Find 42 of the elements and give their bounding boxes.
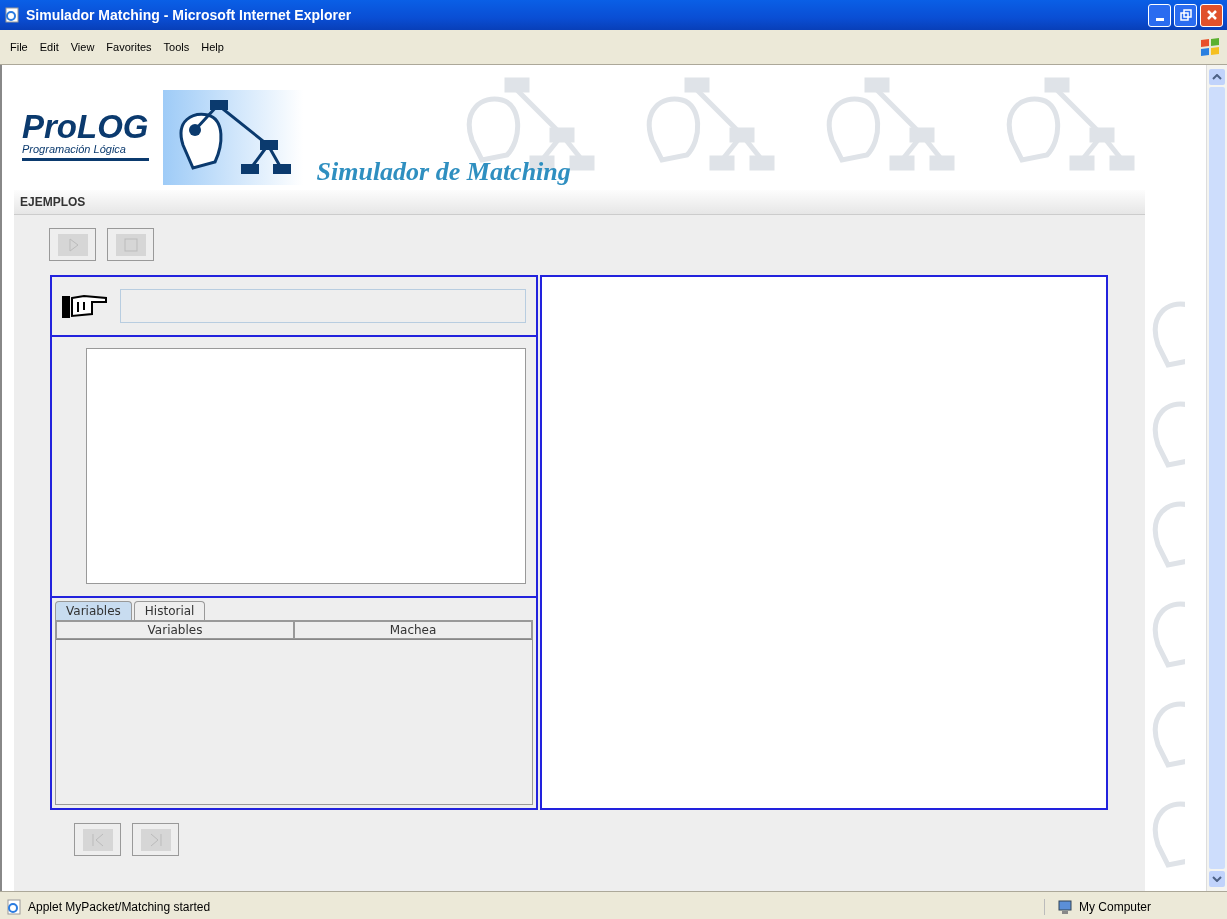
head-tree-watermark bbox=[1152, 601, 1185, 668]
play-icon bbox=[57, 233, 88, 256]
menu-item[interactable]: Tools bbox=[157, 41, 196, 53]
minimize-button[interactable] bbox=[1148, 3, 1171, 27]
restore-button[interactable] bbox=[1174, 3, 1197, 27]
skip-back-icon bbox=[82, 828, 113, 851]
head-tree-watermark bbox=[1152, 501, 1185, 568]
skip-forward-icon bbox=[140, 828, 171, 851]
windows-flag-icon bbox=[1199, 37, 1221, 57]
banner-title: Simulador de Matching bbox=[316, 157, 571, 187]
page-icon bbox=[6, 898, 22, 915]
pointing-hand-icon bbox=[62, 292, 110, 320]
column-header[interactable]: Variables bbox=[56, 621, 294, 639]
query-field[interactable] bbox=[120, 289, 526, 323]
logo-subtitle: Programación Lógica bbox=[22, 142, 127, 155]
section-header: EJEMPLOS bbox=[14, 190, 1145, 215]
menu-item[interactable]: Favorites bbox=[100, 41, 158, 53]
tab[interactable]: Historial bbox=[133, 601, 206, 620]
status-text: Applet MyPacket/Matching started bbox=[28, 899, 211, 914]
menu-item[interactable]: File bbox=[4, 41, 34, 53]
chevron-up-icon bbox=[1212, 74, 1222, 80]
browser-icon bbox=[4, 7, 20, 23]
menu-item[interactable]: View bbox=[64, 41, 101, 53]
scrollbar[interactable] bbox=[1206, 65, 1227, 891]
stop-icon bbox=[115, 233, 146, 256]
tab[interactable]: Variables bbox=[55, 601, 132, 620]
minimize-icon bbox=[1155, 17, 1164, 21]
menu-item[interactable]: Edit bbox=[33, 41, 65, 53]
close-button[interactable] bbox=[1200, 3, 1223, 27]
close-icon bbox=[1205, 9, 1218, 21]
computer-icon bbox=[1057, 898, 1073, 915]
logo-title: ProLOG bbox=[22, 109, 149, 143]
restore-icon bbox=[1179, 9, 1192, 21]
head-tree-watermark bbox=[1152, 301, 1185, 368]
head-tree-watermark bbox=[1152, 401, 1185, 468]
zone-text: My Computer bbox=[1079, 899, 1152, 914]
head-tree-watermark bbox=[1152, 801, 1185, 868]
chevron-down-icon bbox=[1212, 876, 1222, 882]
column-header[interactable]: Machea bbox=[294, 621, 532, 639]
head-tree-watermark bbox=[1152, 701, 1185, 768]
window-title: Simulador Matching - Microsoft Internet Explorer bbox=[26, 7, 352, 23]
menu-item[interactable]: Help bbox=[195, 41, 230, 53]
